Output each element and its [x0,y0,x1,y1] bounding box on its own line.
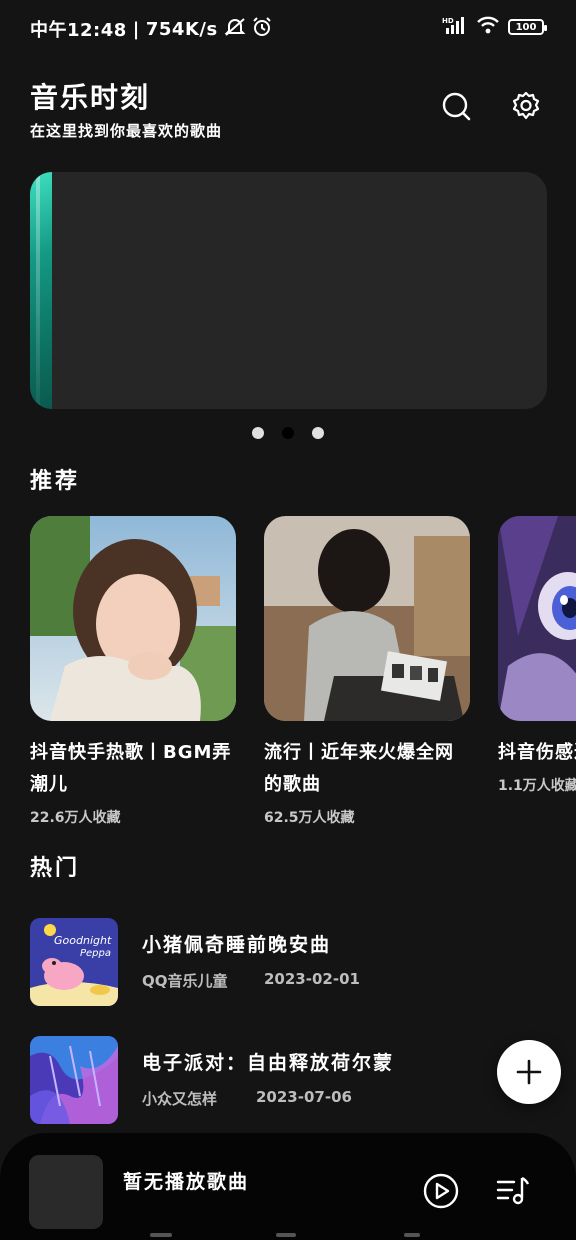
signal-icon: HD [442,16,468,38]
gear-icon [512,91,540,120]
nav-hint-back [404,1233,420,1237]
play-button[interactable] [421,1171,461,1211]
recommend-cover-image [498,516,576,721]
search-button[interactable] [440,90,472,122]
page-title: 音乐时刻 [30,81,151,114]
plus-icon [516,1059,542,1085]
status-speed: 754K/s [145,18,218,40]
hot-song-title: 电子派对：自由释放荷尔蒙 [142,1052,395,1074]
section-title-hot: 热门 [30,856,81,881]
recommend-cover-image [30,516,236,721]
hot-song-date: 2023-07-06 [256,1088,352,1106]
carousel-dot-active[interactable] [282,427,294,439]
status-divider: | [132,18,140,40]
add-button[interactable] [497,1040,561,1104]
nav-hint-home [276,1233,296,1237]
recommend-cover-image [264,516,470,721]
recommend-card-count: 1.1万人收藏 [498,778,576,794]
hot-song-date: 2023-02-01 [264,970,360,988]
nav-hint-menu [150,1233,172,1237]
carousel-dot[interactable] [252,427,264,439]
cover-text-goodnight: Goodnight [54,934,112,947]
recommend-card-title: 流行丨近年来火爆全网的歌曲 [264,742,454,795]
cover-text-peppa: Peppa [80,948,111,959]
carousel-dots [252,427,324,439]
play-icon [423,1173,459,1209]
section-title-recommend: 推荐 [30,469,81,494]
mini-player[interactable]: 暂无播放歌曲 [0,1133,576,1240]
player-cover-image [29,1155,103,1229]
hot-song-artist: 小众又怎样 [142,1090,218,1108]
mute-icon [224,17,246,42]
hot-song-title: 小猪佩奇睡前晚安曲 [142,934,332,956]
playlist-button[interactable] [493,1171,533,1211]
banner-image-edge [30,172,52,409]
network-label: HD [442,17,454,25]
recommend-card-count: 22.6万人收藏 [30,810,121,826]
carousel-dot[interactable] [312,427,324,439]
recommend-card-title: 抖音快手热歌丨BGM弄潮儿 [30,742,232,795]
status-right: HD 100 [442,16,547,38]
status-bar: 中午12:48 | 754K/s HD 100 [0,0,576,56]
wifi-icon [476,16,500,38]
status-time: 中午12:48 [30,20,127,41]
hot-cover-image [30,1036,118,1124]
recommend-card-title: 抖音伤感过的苦 [498,742,576,763]
banner-carousel[interactable] [30,172,547,409]
settings-button[interactable] [510,90,542,122]
search-icon [442,92,471,121]
battery-indicator: 100 [508,19,547,35]
recommend-card[interactable]: 流行丨近年来火爆全网的歌曲 62.5万人收藏 [264,516,470,827]
recommend-card-count: 62.5万人收藏 [264,810,355,826]
hot-list-item[interactable]: Goodnight Peppa 小猪佩奇睡前晚安曲 QQ音乐儿童 2023-02… [30,918,550,1006]
hot-song-artist: QQ音乐儿童 [142,972,228,990]
player-song-title: 暂无播放歌曲 [123,1171,250,1193]
recommend-card[interactable]: 抖音伤感过的苦 1.1万人收藏 [498,516,576,795]
status-left: 中午12:48 | 754K/s [30,16,272,42]
playlist-icon [496,1176,530,1205]
hot-list-item[interactable]: 电子派对：自由释放荷尔蒙 小众又怎样 2023-07-06 [30,1036,550,1124]
recommend-card[interactable]: 抖音快手热歌丨BGM弄潮儿 22.6万人收藏 [30,516,236,827]
alarm-icon [252,16,272,42]
hot-cover-image: Goodnight Peppa [30,918,118,1006]
page-subtitle: 在这里找到你最喜欢的歌曲 [30,122,223,140]
